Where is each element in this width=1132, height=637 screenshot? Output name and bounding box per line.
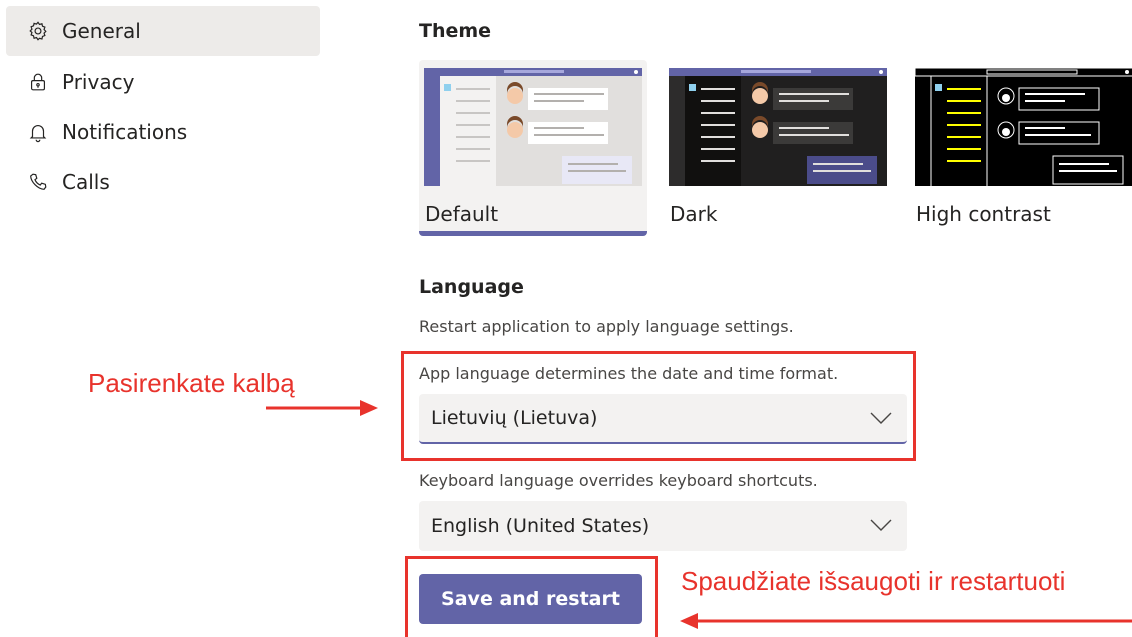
chevron-down-icon [870,519,892,531]
annotation-save-restart: Spaudžiate išsaugoti ir restartuoti [681,566,1066,596]
annotation-choose-language: Pasirenkate kalbą [88,368,295,398]
keyboard-language-value: English (United States) [431,515,650,537]
sidebar-item-notifications[interactable]: Notifications [6,107,320,157]
theme-preview-high-contrast [915,68,1132,186]
theme-option-label: Dark [670,202,718,226]
theme-option-high-contrast[interactable]: High contrast [910,60,1132,236]
theme-preview-dark [669,68,887,186]
theme-section-title: Theme [419,20,492,42]
keyboard-language-dropdown[interactable]: English (United States) [419,501,907,551]
sidebar-item-privacy[interactable]: Privacy [6,57,320,107]
sidebar-item-label: General [62,19,141,43]
theme-option-dark[interactable]: Dark [664,60,892,236]
theme-option-default[interactable]: Default [419,60,647,236]
sidebar-item-label: Calls [62,170,110,194]
language-description: Restart application to apply language se… [419,317,794,336]
sidebar-item-label: Privacy [62,70,135,94]
language-section-title: Language [419,276,524,298]
theme-option-label: High contrast [916,202,1051,226]
annotation-arrow-right-icon [266,400,378,416]
annotation-arrow-left-icon [680,613,1132,629]
theme-preview-default [424,68,642,186]
annotation-highlight-save-button [405,556,658,637]
keyboard-language-hint: Keyboard language overrides keyboard sho… [419,471,818,490]
annotation-highlight-app-language [401,351,916,461]
gear-icon [26,19,50,43]
theme-option-label: Default [425,202,499,226]
sidebar-item-general[interactable]: General [6,6,320,56]
sidebar-item-label: Notifications [62,120,188,144]
sidebar-item-calls[interactable]: Calls [6,157,320,207]
bell-icon [26,120,50,144]
lock-icon [26,70,50,94]
phone-icon [26,170,50,194]
